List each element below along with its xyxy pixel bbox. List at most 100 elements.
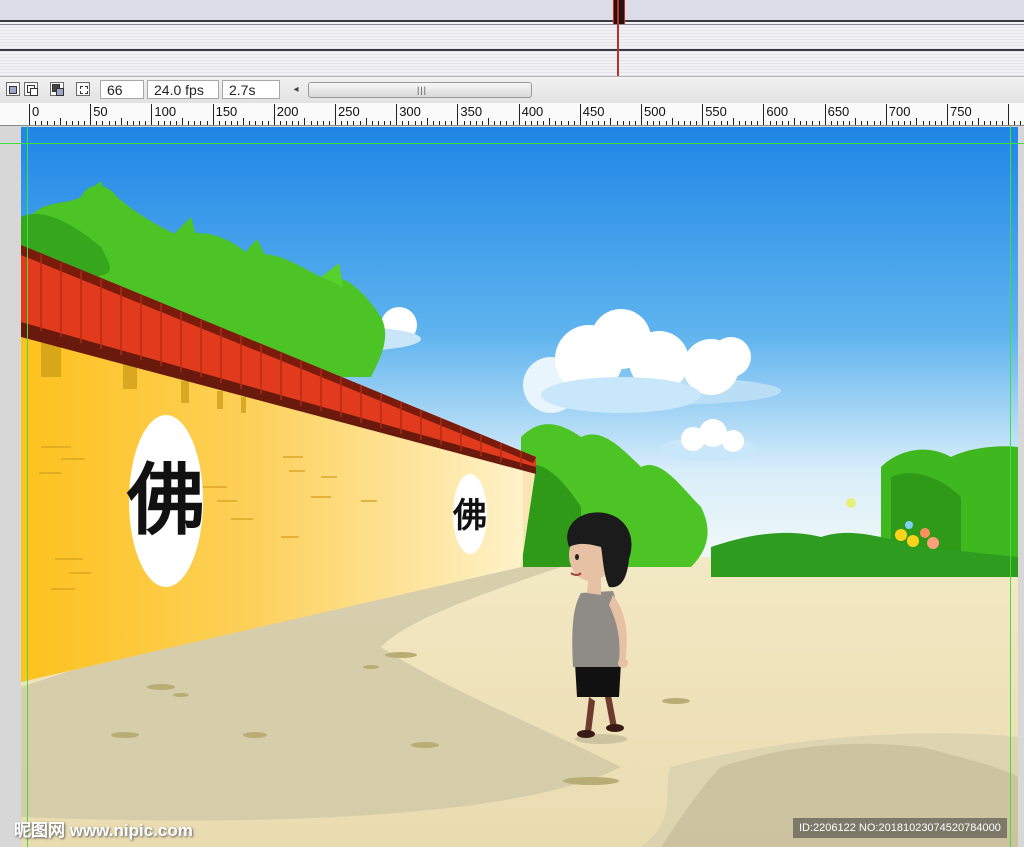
wall-sign-large-text: 佛 (126, 456, 205, 546)
ruler-tick (506, 121, 508, 125)
ruler-tick (708, 121, 710, 125)
frame-rate-field[interactable]: 24.0 fps (147, 80, 219, 99)
scrollbar-grip-icon[interactable]: ||| (417, 85, 427, 95)
ruler-tick (879, 121, 881, 125)
ruler-tick (53, 121, 55, 125)
ruler-tick (182, 118, 183, 125)
ruler-label: 550 (705, 104, 727, 119)
onion-skin-outlines-icon[interactable] (50, 82, 64, 96)
ruler-tick (267, 121, 269, 125)
ruler-tick (947, 104, 948, 125)
ruler-tick (530, 121, 532, 125)
ruler-tick (255, 121, 257, 125)
ruler-tick (598, 121, 600, 125)
ruler-tick (494, 121, 496, 125)
onion-skin-icon[interactable] (24, 82, 38, 96)
ruler-tick (206, 121, 208, 125)
ruler-tick (316, 121, 318, 125)
ruler-tick (408, 121, 410, 125)
ruler-tick (84, 121, 86, 125)
ruler-tick (261, 121, 263, 125)
stage-ruler: 0 50 100 150 200 250 300 350 400 450 500 550 600 650 7… (0, 103, 1024, 126)
ruler-tick (359, 121, 361, 125)
ruler-tick (634, 121, 636, 125)
ruler-tick (843, 121, 844, 125)
ruler-tick (732, 118, 734, 125)
ruler-tick (469, 121, 471, 125)
ruler-tick (940, 121, 942, 125)
ruler-tick (953, 121, 955, 125)
ruler-label: 400 (521, 104, 544, 119)
ruler-tick (775, 121, 777, 125)
ruler-tick (347, 121, 349, 125)
current-frame-field[interactable]: 66 (100, 80, 144, 99)
elapsed-time-field[interactable]: 2.7s (222, 80, 280, 99)
ruler-tick (726, 121, 728, 125)
ruler-tick (90, 104, 92, 125)
image-id-label: ID:2206122 NO:20181023074520784000 (793, 818, 1007, 838)
stage-guide-left (27, 126, 28, 847)
ruler-tick (836, 121, 838, 125)
ruler-tick (365, 118, 367, 125)
ruler-tick (781, 121, 783, 125)
timeline-status-bar: 66 24.0 fps 2.7s ◂ ||| (0, 76, 1024, 104)
ruler-tick (794, 118, 795, 125)
ruler-label: 50 (93, 104, 108, 119)
ruler-tick (861, 121, 863, 125)
timeline-divider (0, 49, 1024, 51)
ruler-tick (518, 104, 520, 125)
ruler-tick (616, 121, 618, 125)
ruler-tick (690, 121, 691, 125)
ruler-label: 300 (399, 104, 421, 119)
ruler-tick (41, 121, 43, 125)
timeline-horizontal-scrollbar[interactable]: ||| (308, 82, 532, 98)
ruler-tick (71, 121, 73, 125)
stage-scene[interactable]: 佛 佛 (21, 127, 1018, 847)
ruler-tick (971, 121, 973, 125)
ruler-tick (414, 121, 416, 125)
playhead-line[interactable] (617, 0, 619, 77)
ruler-tick (396, 104, 398, 125)
ruler-tick (922, 121, 924, 125)
ruler-tick (243, 118, 245, 125)
ruler-tick (457, 104, 459, 125)
ruler-tick (787, 121, 789, 125)
ruler-tick (543, 121, 545, 125)
ruler-tick (439, 121, 440, 125)
timeline-panel[interactable] (0, 0, 1024, 77)
ruler-tick (139, 121, 141, 125)
ruler-tick (126, 121, 128, 125)
ruler-tick (891, 121, 893, 125)
ruler-tick (647, 121, 649, 125)
ruler-label: 500 (644, 104, 666, 119)
ruler-tick (561, 121, 563, 125)
ruler-tick (292, 121, 294, 125)
center-frame-icon[interactable] (6, 82, 20, 96)
ruler-tick (47, 121, 49, 125)
ruler-tick (677, 121, 679, 125)
ruler-label: 200 (276, 104, 299, 119)
ruler-label: 350 (460, 104, 483, 119)
ruler-tick (751, 121, 753, 125)
playhead-handle[interactable] (613, 0, 625, 24)
stage-guide-right (1010, 126, 1011, 847)
ruler-label: 100 (154, 104, 177, 119)
ruler-tick (341, 121, 343, 125)
ruler-tick (420, 121, 422, 125)
ruler-tick (671, 118, 673, 125)
timeline-divider (0, 20, 1024, 22)
ruler-tick (610, 118, 612, 125)
ruler-tick (622, 121, 624, 125)
ruler-tick (463, 121, 465, 125)
timeline-layer-row[interactable] (0, 0, 1024, 20)
scroll-left-arrow-icon[interactable]: ◂ (290, 81, 302, 99)
ruler-label: 650 (827, 104, 850, 119)
ruler-tick (763, 104, 765, 125)
ruler-tick (188, 121, 190, 125)
ruler-tick (1008, 104, 1010, 125)
edit-multiple-frames-icon[interactable] (76, 82, 90, 96)
ruler-label: 0 (32, 104, 40, 119)
ruler-label: 250 (338, 104, 360, 119)
stage-canvas[interactable]: 佛 佛 (21, 127, 1018, 847)
ruler-tick (567, 121, 569, 125)
